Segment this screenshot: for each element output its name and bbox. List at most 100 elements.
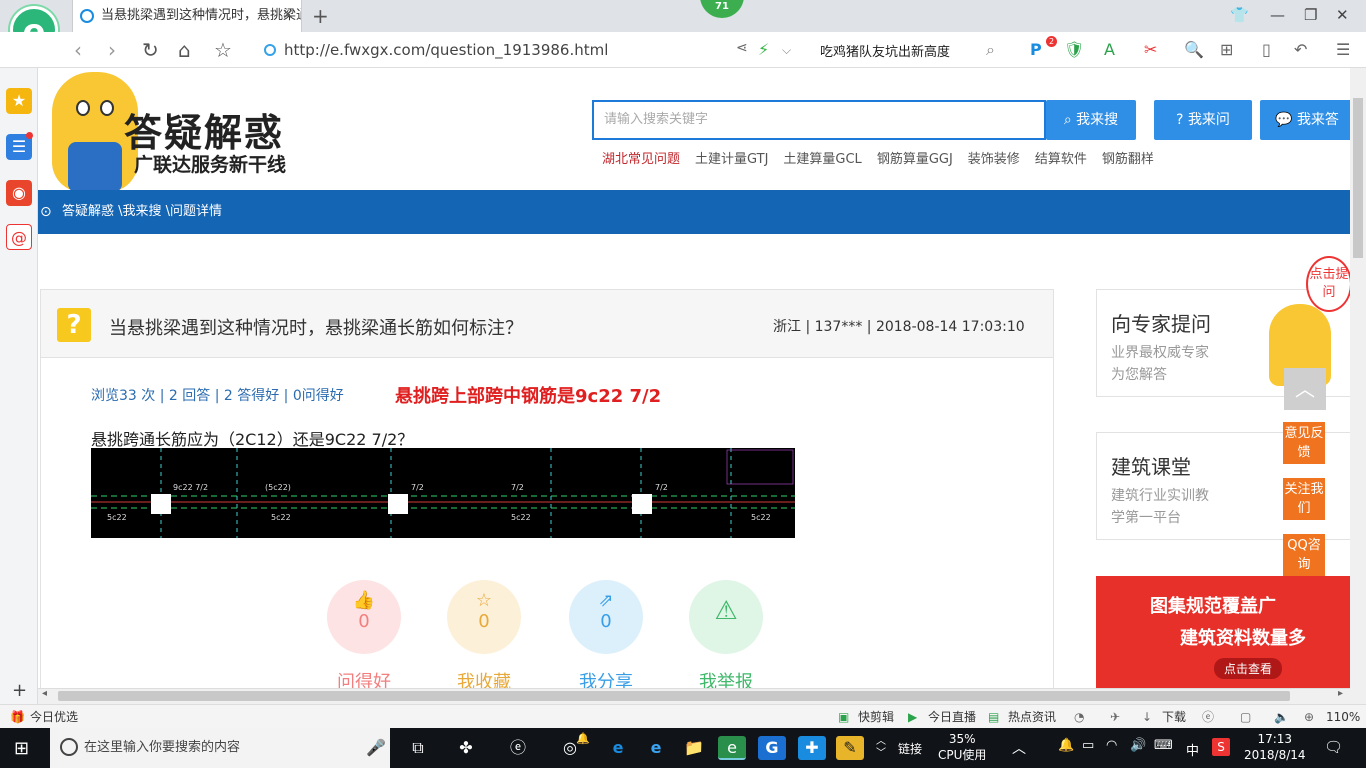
hotlink-item[interactable]: 土建算量GCL (783, 152, 861, 167)
task-view-icon[interactable]: ⧉ (404, 736, 432, 760)
close-window-icon[interactable]: ✕ (1336, 6, 1349, 24)
status-item[interactable]: 今日直播 (928, 705, 976, 729)
promo-banner-cta[interactable]: 点击查看 (1214, 658, 1283, 679)
news-ticker-link[interactable]: 吃鸡猪队友坑出新高度 (820, 41, 950, 60)
back-icon[interactable]: ‹ (74, 38, 82, 62)
lightning-icon[interactable]: ⚡ (758, 40, 769, 59)
phone-icon[interactable]: ▯ (1262, 40, 1271, 59)
plus-app-icon[interactable]: ✚ (798, 736, 826, 760)
battery-icon[interactable]: ▭ (1082, 738, 1094, 753)
notepad-icon[interactable]: ✎ (836, 736, 864, 760)
site-search-input[interactable]: 请输入搜索关键字 (592, 100, 1046, 140)
horizontal-scroll-thumb[interactable] (58, 691, 1290, 701)
site-brand[interactable]: 答疑解惑 (124, 102, 284, 157)
taskbar-search-input[interactable]: 在这里输入你要搜索的内容 (50, 728, 390, 768)
hotlink-item[interactable]: 钢筋算量GGJ (877, 152, 953, 167)
report-button[interactable]: ⚠ (689, 580, 763, 654)
pin-icon[interactable]: ✈ (1110, 705, 1120, 729)
ie-icon[interactable]: e (642, 736, 670, 760)
new-tab-icon[interactable]: + (312, 4, 329, 28)
minimize-icon[interactable]: — (1270, 6, 1285, 24)
qq-button[interactable]: QQ咨询 (1283, 534, 1325, 576)
status-item[interactable]: 快剪辑 (858, 705, 894, 729)
collect-button[interactable]: ☆ 0 (447, 580, 521, 654)
menu-icon[interactable]: ☰ (1336, 40, 1350, 59)
ask-button[interactable]: ? 我来问 (1154, 100, 1252, 140)
url-input[interactable]: http://e.fwxgx.com/question_1913986.html (262, 38, 802, 62)
apps-grid-icon[interactable]: ⊞ (1220, 40, 1233, 59)
tray-notification-icon[interactable]: 🔔 (1058, 738, 1074, 753)
ip-icon[interactable]: P (1030, 40, 1042, 59)
system-clock[interactable]: 17:13 2018/8/14 (1244, 731, 1306, 763)
chevron-down-icon[interactable]: ⌵ (782, 43, 791, 58)
collect-label[interactable]: 我收藏 (447, 668, 521, 688)
window-icon[interactable]: ▢ (1240, 705, 1251, 729)
answer-button[interactable]: 💬 我来答 (1260, 100, 1350, 140)
forward-icon[interactable]: › (108, 38, 116, 62)
home-icon[interactable]: ⌂ (178, 38, 191, 62)
fan-app-icon[interactable]: ✤ (452, 736, 480, 760)
shield-icon[interactable]: 🛡 (1064, 40, 1084, 59)
microphone-icon[interactable]: 🎤 (366, 738, 386, 757)
undo-icon[interactable]: ↶ (1294, 40, 1307, 59)
glodon-g-icon[interactable]: G (758, 736, 786, 760)
ask-bubble[interactable]: 点击提问 (1306, 256, 1350, 312)
search-button[interactable]: ⌕ 我来搜 (1046, 100, 1136, 140)
taskbar-expand-icon[interactable]: ︿ ﹀ (876, 736, 886, 760)
hotlink-item[interactable]: 土建计量GTJ (695, 152, 768, 167)
file-explorer-icon[interactable]: 📁 (680, 736, 708, 760)
favorites-star-icon[interactable]: ★ (6, 88, 32, 114)
search-icon[interactable]: ⌕ (986, 40, 995, 60)
ie-mode-icon[interactable]: ⓔ (1202, 705, 1214, 729)
status-item[interactable]: 热点资讯 (1008, 705, 1056, 729)
share-icon[interactable]: ⋖ (736, 40, 748, 56)
share-label[interactable]: 我分享 (569, 668, 643, 688)
cad-drawing-image[interactable]: 9c22 7/2 (5c22) 7/2 7/2 7/2 5c22 5c22 5c… (91, 448, 795, 538)
hotlink-item[interactable]: 装饰装修 (968, 152, 1020, 167)
keyboard-icon[interactable]: ⌨ (1154, 738, 1173, 753)
sidebar-add-icon[interactable]: + (12, 680, 27, 701)
taskbar-link-label[interactable]: 链接 (898, 740, 922, 757)
status-today-picks[interactable]: 今日优选 (30, 705, 78, 729)
sogou-s-icon[interactable]: S (1212, 738, 1230, 756)
feedback-button[interactable]: 意见反馈 (1283, 422, 1325, 464)
tray-chevron-icon[interactable]: ︿ (1012, 738, 1026, 758)
status-item[interactable]: 下载 (1162, 705, 1186, 729)
shirt-icon[interactable]: 👕 (1230, 6, 1249, 24)
scissors-icon[interactable]: ✂ (1144, 40, 1157, 59)
scroll-left-icon[interactable]: ◂ (42, 688, 47, 699)
translate-icon[interactable]: A (1104, 40, 1115, 59)
follow-button[interactable]: 关注我们 (1283, 478, 1325, 520)
tab-close-icon[interactable]: ✕ (282, 7, 294, 23)
wifi-icon[interactable]: ◠ (1106, 738, 1117, 753)
edge-icon[interactable]: e (604, 736, 632, 760)
ime-indicator[interactable]: 中 (1186, 740, 1199, 759)
zoom-level[interactable]: 110% (1326, 705, 1360, 729)
report-label[interactable]: 我举报 (689, 668, 763, 688)
magnifier-icon[interactable]: 🔍 (1184, 40, 1204, 59)
like-label[interactable]: 问得好 (327, 668, 401, 688)
back-to-top-icon[interactable]: ︿ (1284, 368, 1326, 410)
refresh-icon[interactable]: ↻ (142, 38, 159, 62)
hotlink-item[interactable]: 湖北常见问题 (602, 152, 680, 167)
browser-taskbar-icon[interactable]: e (718, 736, 746, 760)
volume-icon[interactable]: 🔈 (1274, 705, 1289, 729)
action-center-icon[interactable]: 🗨 (1324, 738, 1343, 756)
weibo-icon[interactable]: ◉ (6, 180, 32, 206)
edge-e-icon[interactable]: ⓔ (504, 736, 532, 760)
like-button[interactable]: 👍 0 (327, 580, 401, 654)
hotlink-item[interactable]: 结算软件 (1035, 152, 1087, 167)
email-at-icon[interactable]: @ (6, 224, 32, 250)
question-stats[interactable]: 浏览33 次 | 2 回答 | 2 答得好 | 0问得好 (91, 385, 344, 405)
share-button[interactable]: ⇗ 0 (569, 580, 643, 654)
breadcrumb-text[interactable]: 答疑解惑 \我来搜 \问题详情 (62, 204, 222, 219)
tab-active[interactable]: 当悬挑梁遇到这种情况时，悬挑梁通长筋如何标注？ (72, 0, 302, 32)
scroll-right-icon[interactable]: ▸ (1338, 688, 1343, 699)
speed-icon[interactable]: ◔ (1074, 705, 1084, 729)
hotlink-item[interactable]: 钢筋翻样 (1102, 152, 1154, 167)
windows-start-icon[interactable]: ⊞ (14, 738, 29, 759)
speaker-icon[interactable]: 🔊 (1130, 738, 1146, 753)
maximize-icon[interactable]: ❐ (1304, 6, 1317, 24)
favorite-star-icon[interactable]: ☆ (214, 38, 232, 62)
vertical-scroll-thumb[interactable] (1353, 98, 1363, 258)
